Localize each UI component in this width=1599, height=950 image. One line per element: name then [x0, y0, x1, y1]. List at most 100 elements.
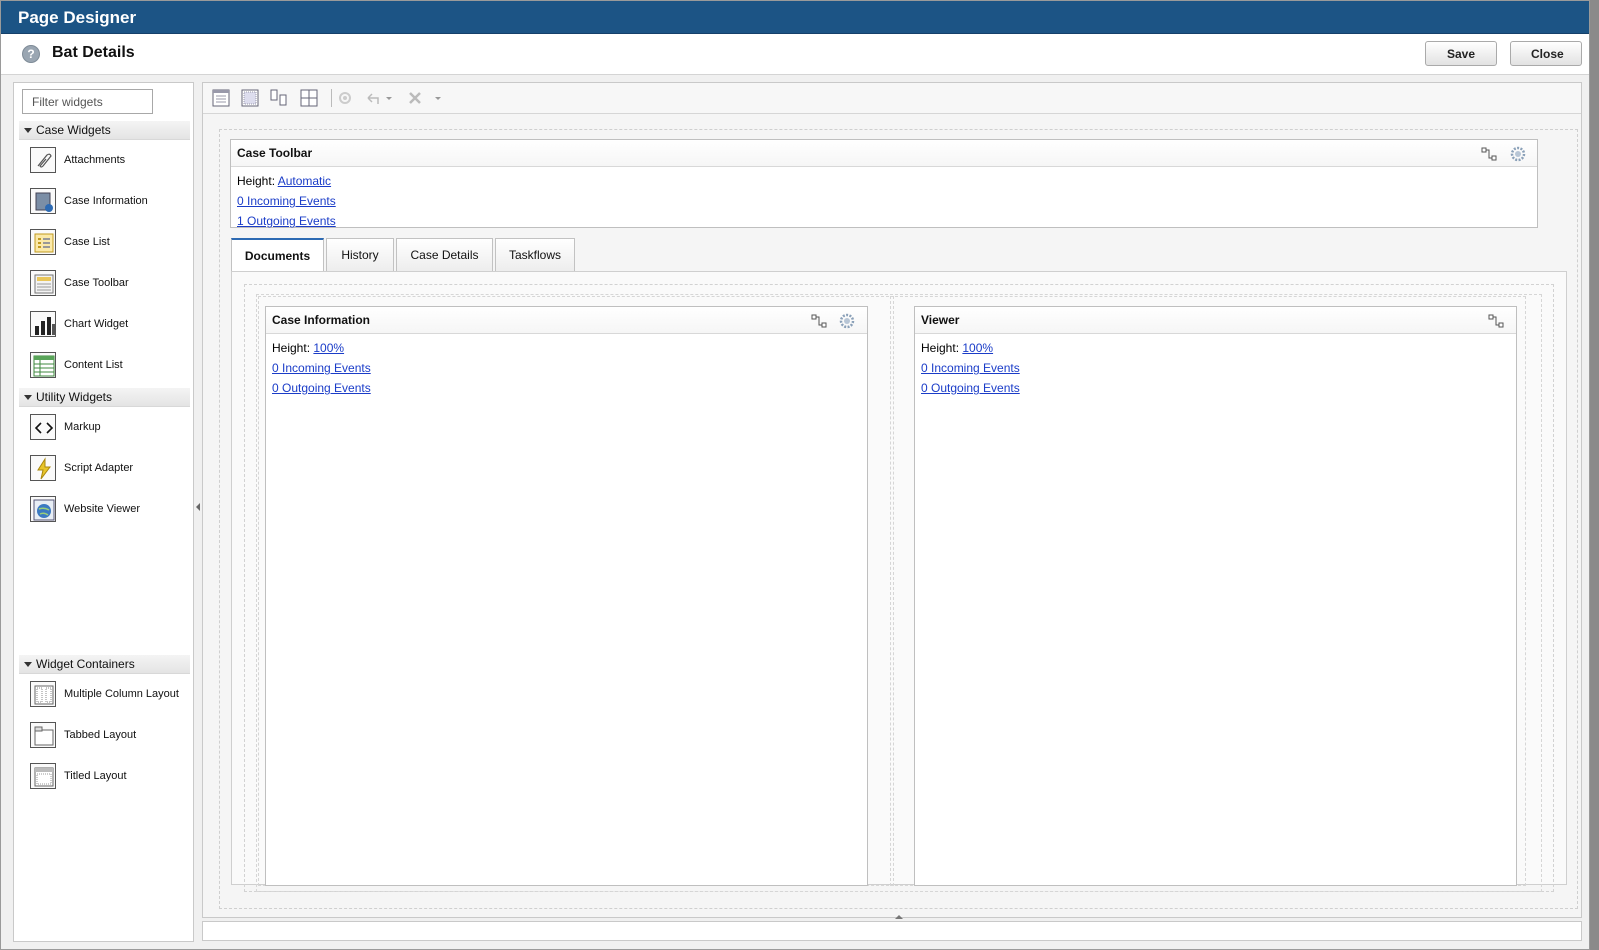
expand-panel-handle[interactable] [895, 915, 903, 919]
wiring-icon[interactable] [1488, 313, 1504, 329]
app-title: Page Designer [1, 1, 1589, 34]
height-link[interactable]: Automatic [278, 174, 331, 188]
tab-taskflows[interactable]: Taskflows [495, 238, 575, 271]
widget-label: Chart Widget [64, 318, 129, 330]
collapse-triangle-icon [24, 662, 32, 667]
delete-icon[interactable] [407, 89, 441, 107]
attachments-icon [30, 147, 56, 173]
case-toolbar-widget[interactable]: Case Toolbar Height: Automatic 0 Incomin… [230, 139, 1538, 228]
widget-attachments[interactable]: Attachments [30, 147, 190, 175]
close-button[interactable]: Close [1510, 41, 1582, 66]
widget-markup[interactable]: Markup [30, 414, 190, 442]
multiple-column-layout-icon [30, 681, 56, 707]
height-row: Height: 100% [921, 338, 1510, 358]
widget-label: Markup [64, 421, 101, 433]
widget-title: Viewer [921, 313, 960, 327]
widget-palette: Case Widgets Attachments Case Informatio… [13, 82, 194, 942]
tabbed-layout-icon [30, 722, 56, 748]
grid-layout-icon[interactable] [300, 89, 318, 107]
canvas-toolbar [203, 83, 1581, 114]
height-label: Height: [272, 341, 311, 355]
widget-titled-layout[interactable]: Titled Layout [30, 763, 190, 791]
widget-label: Tabbed Layout [64, 729, 137, 741]
widget-title: Case Toolbar [237, 146, 313, 160]
widget-label: Website Viewer [64, 503, 141, 515]
tab-documents[interactable]: Documents [231, 238, 324, 272]
page-designer-window: Page Designer ? Bat Details Save Close C… [0, 0, 1590, 950]
widget-body: Height: 100% 0 Incoming Events 0 Outgoin… [266, 334, 867, 402]
widget-label: Case Toolbar [64, 277, 129, 289]
help-icon[interactable]: ? [22, 45, 40, 63]
section-title: Case Widgets [36, 123, 111, 137]
widget-label: Script Adapter [64, 462, 134, 474]
toolbar-separator [331, 89, 332, 107]
widget-tabbed-layout[interactable]: Tabbed Layout [30, 722, 190, 750]
widget-case-information[interactable]: Case Information [30, 188, 190, 216]
widget-header: Viewer [915, 307, 1516, 334]
tab-case-details[interactable]: Case Details [396, 238, 493, 271]
gear-icon[interactable] [839, 313, 855, 329]
column-layout-icon[interactable] [270, 89, 288, 107]
collapse-triangle-icon [24, 128, 32, 133]
widget-chart-widget[interactable]: Chart Widget [30, 311, 190, 339]
case-list-icon [30, 229, 56, 255]
widget-header: Case Toolbar [231, 140, 1537, 167]
layout-icon[interactable] [212, 89, 230, 107]
widget-case-list[interactable]: Case List [30, 229, 190, 257]
collapse-triangle-icon [24, 395, 32, 400]
widget-website-viewer[interactable]: Website Viewer [30, 496, 190, 524]
section-widget-containers[interactable]: Widget Containers [19, 655, 190, 674]
section-title: Utility Widgets [36, 390, 113, 404]
widget-content-list[interactable]: Content List [30, 352, 190, 380]
outgoing-events-link[interactable]: 0 Outgoing Events [272, 381, 371, 395]
titled-layout-icon [30, 763, 56, 789]
widget-label: Content List [64, 359, 123, 371]
widget-body: Height: Automatic 0 Incoming Events 1 Ou… [231, 167, 1537, 235]
wiring-icon[interactable] [1481, 146, 1497, 162]
height-row: Height: 100% [272, 338, 861, 358]
height-label: Height: [921, 341, 960, 355]
section-utility-widgets[interactable]: Utility Widgets [19, 388, 190, 407]
titled-layout-icon[interactable] [241, 89, 259, 107]
settings-icon[interactable] [336, 89, 354, 107]
widget-script-adapter[interactable]: Script Adapter [30, 455, 190, 483]
save-button[interactable]: Save [1425, 41, 1497, 66]
widget-title: Case Information [272, 313, 371, 327]
case-information-icon [30, 188, 56, 214]
incoming-events-link[interactable]: 0 Incoming Events [272, 361, 371, 375]
widget-body: Height: 100% 0 Incoming Events 0 Outgoin… [915, 334, 1516, 402]
widget-header: Case Information [266, 307, 867, 334]
tab-history[interactable]: History [326, 238, 394, 271]
incoming-events-link[interactable]: 0 Incoming Events [237, 194, 336, 208]
design-canvas: Case Toolbar Height: Automatic 0 Incomin… [202, 82, 1582, 918]
incoming-events-link[interactable]: 0 Incoming Events [921, 361, 1020, 375]
chart-widget-icon [30, 311, 56, 337]
height-link[interactable]: 100% [962, 341, 993, 355]
widget-case-toolbar[interactable]: Case Toolbar [30, 270, 190, 298]
widget-label: Case List [64, 236, 110, 248]
wiring-icon[interactable] [811, 313, 827, 329]
page-header: ? Bat Details Save Close [1, 34, 1589, 75]
section-case-widgets[interactable]: Case Widgets [19, 121, 190, 140]
gear-icon[interactable] [1510, 146, 1526, 162]
widget-label: Multiple Column Layout [64, 688, 179, 700]
bottom-panel [202, 921, 1582, 941]
viewer-widget[interactable]: Viewer Height: 100% 0 Incoming Events 0 … [914, 306, 1517, 886]
widget-label: Case Information [64, 195, 148, 207]
script-adapter-icon [30, 455, 56, 481]
height-row: Height: Automatic [237, 171, 1531, 191]
outgoing-events-link[interactable]: 1 Outgoing Events [237, 214, 336, 228]
widget-label: Titled Layout [64, 770, 127, 782]
outgoing-events-link[interactable]: 0 Outgoing Events [921, 381, 1020, 395]
filter-widgets-input[interactable] [22, 89, 153, 114]
undo-icon[interactable] [364, 89, 392, 107]
markup-icon [30, 414, 56, 440]
page-title: Bat Details [52, 44, 135, 61]
case-information-widget[interactable]: Case Information Height: 100% 0 Incoming… [265, 306, 868, 886]
case-toolbar-icon [30, 270, 56, 296]
widget-label: Attachments [64, 154, 126, 166]
height-label: Height: [237, 174, 276, 188]
widget-multiple-column-layout[interactable]: Multiple Column Layout [30, 681, 190, 709]
height-link[interactable]: 100% [313, 341, 344, 355]
collapse-palette-handle[interactable] [195, 501, 201, 511]
